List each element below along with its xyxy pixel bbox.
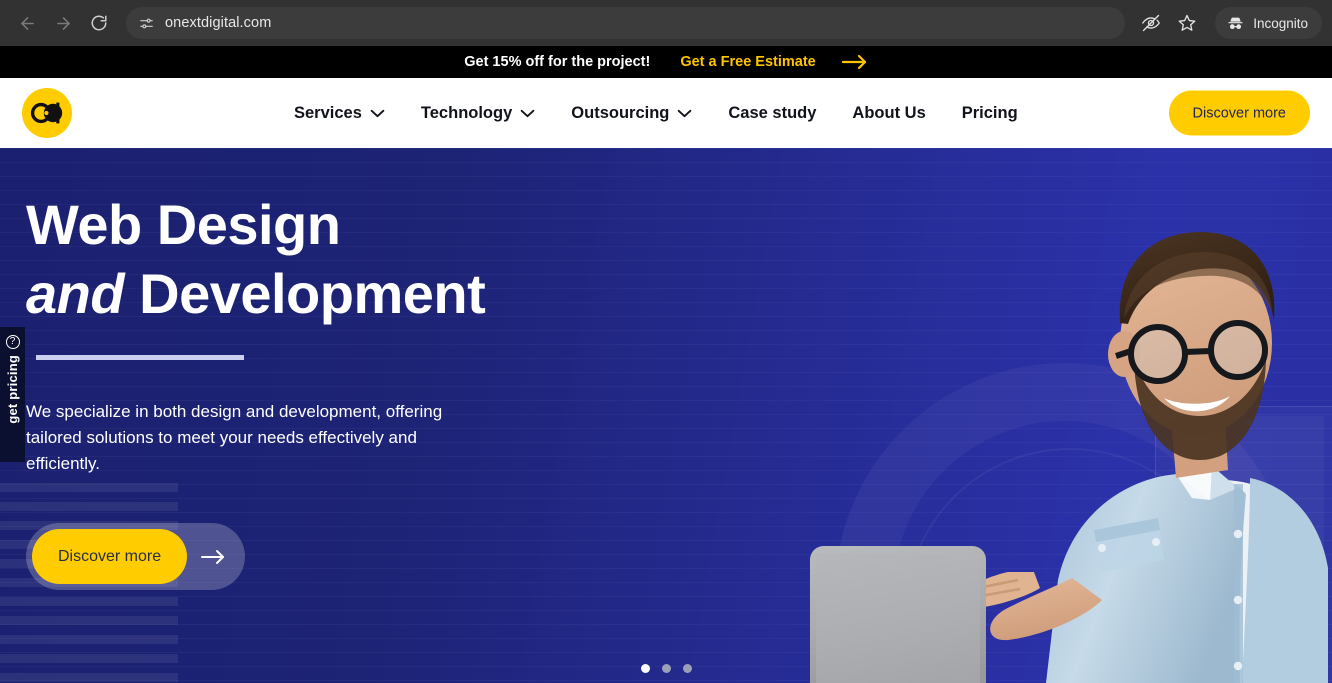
get-pricing-tab[interactable]: ? get pricing bbox=[0, 327, 25, 462]
promo-text: Get 15% off for the project! bbox=[464, 54, 651, 70]
hero-photo-man-with-laptop bbox=[772, 148, 1332, 683]
arrow-right-icon bbox=[841, 54, 868, 70]
main-navigation: Services Technology Outsourcing Case stu… bbox=[294, 104, 1018, 123]
chevron-down-icon bbox=[520, 109, 535, 118]
incognito-indicator[interactable]: Incognito bbox=[1215, 7, 1322, 39]
nav-label: Pricing bbox=[961, 103, 1018, 122]
hero-subtitle: We specialize in both design and develop… bbox=[26, 401, 443, 473]
browser-actions: Incognito bbox=[1135, 7, 1322, 39]
hero-circle-outline-decoration bbox=[905, 448, 1235, 683]
hero-discover-more-button[interactable]: Discover more bbox=[32, 529, 188, 585]
hero-content: Web Design and Development We specialize… bbox=[0, 148, 620, 591]
eye-slash-icon[interactable] bbox=[1135, 7, 1167, 39]
carousel-dots bbox=[0, 664, 1332, 673]
hero-title-line1: Web Design bbox=[26, 193, 341, 256]
nav-item-pricing[interactable]: Pricing bbox=[962, 104, 1018, 123]
hero-circle-decoration bbox=[835, 363, 1295, 683]
site-logo[interactable] bbox=[22, 88, 72, 138]
nav-label: Case study bbox=[728, 103, 817, 122]
tune-icon[interactable] bbox=[138, 15, 155, 32]
url-text[interactable]: onextdigital.com bbox=[165, 15, 271, 31]
get-pricing-label: get pricing bbox=[5, 355, 20, 424]
carousel-dot-1[interactable] bbox=[640, 664, 650, 673]
hero-divider bbox=[36, 354, 244, 360]
nav-label: About Us bbox=[852, 103, 926, 122]
hero-title-and: and bbox=[26, 262, 125, 326]
incognito-label: Incognito bbox=[1253, 15, 1308, 31]
nav-label: Services bbox=[294, 103, 362, 122]
carousel-dot-3[interactable] bbox=[682, 664, 692, 673]
nav-label: Technology bbox=[420, 103, 513, 122]
header-discover-more-button[interactable]: Discover more bbox=[1168, 90, 1310, 136]
chevron-down-icon bbox=[370, 109, 385, 118]
question-mark-icon: ? bbox=[5, 335, 20, 349]
address-bar[interactable]: onextdigital.com bbox=[126, 7, 1126, 39]
onextdigital-logo-mark bbox=[30, 102, 63, 124]
hero-rectangle-decoration bbox=[1155, 406, 1332, 683]
arrow-right-icon[interactable] bbox=[187, 549, 239, 565]
nav-item-about-us[interactable]: About Us bbox=[852, 104, 925, 123]
hero-rectangle-fill-decoration bbox=[1206, 416, 1324, 683]
reload-button[interactable] bbox=[82, 6, 116, 40]
browser-toolbar: onextdigital.com Incognito bbox=[0, 0, 1332, 46]
star-icon[interactable] bbox=[1171, 7, 1203, 39]
nav-item-services[interactable]: Services bbox=[294, 104, 385, 123]
promo-cta[interactable]: Get a Free Estimate bbox=[680, 54, 867, 70]
promo-link[interactable]: Get a Free Estimate bbox=[680, 54, 815, 70]
nav-label: Outsourcing bbox=[571, 103, 670, 122]
hero-title: Web Design and Development bbox=[26, 190, 620, 329]
hero-cta-group[interactable]: Discover more bbox=[26, 523, 245, 591]
carousel-dot-2[interactable] bbox=[661, 664, 671, 673]
back-button[interactable] bbox=[10, 6, 44, 40]
nav-item-case-study[interactable]: Case study bbox=[728, 104, 816, 123]
hero-title-line2: Development bbox=[139, 262, 486, 326]
forward-button[interactable] bbox=[46, 6, 80, 40]
site-header: Services Technology Outsourcing Case stu… bbox=[0, 78, 1332, 148]
nav-item-technology[interactable]: Technology bbox=[421, 104, 535, 123]
hero-section: Web Design and Development We specialize… bbox=[0, 148, 1332, 683]
incognito-hat-icon bbox=[1226, 14, 1245, 33]
nav-item-outsourcing[interactable]: Outsourcing bbox=[571, 104, 692, 123]
chevron-down-icon bbox=[677, 109, 692, 118]
promo-banner: Get 15% off for the project! Get a Free … bbox=[0, 46, 1332, 78]
web-page: Get 15% off for the project! Get a Free … bbox=[0, 46, 1332, 683]
